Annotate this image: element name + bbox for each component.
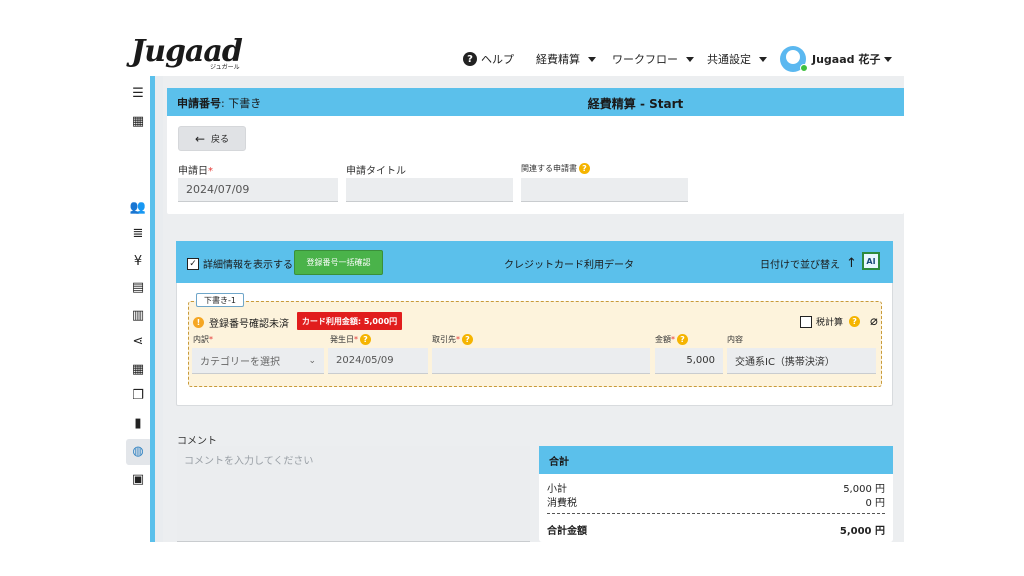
category-select[interactable]: カテゴリーを選択 ⌄: [192, 348, 324, 374]
title-label: 申請タイトル: [346, 166, 406, 177]
help-circle-icon[interactable]: ?: [360, 334, 371, 345]
date-label: 申請日*: [178, 162, 213, 177]
date-item-label: 発生日*?: [330, 334, 371, 345]
chevron-down-icon: [884, 56, 893, 62]
help-circle-icon[interactable]: ?: [579, 163, 590, 174]
arrow-left-icon: ←: [194, 131, 206, 146]
menu-expense-label: 経費精算: [536, 53, 580, 66]
vendor-field[interactable]: [432, 348, 650, 374]
subtotal-value: 5,000 円: [843, 484, 885, 495]
totals-header: 合計: [539, 446, 893, 474]
receipt-icon[interactable]: ▥: [129, 306, 147, 324]
menu-expense[interactable]: 経費精算: [536, 51, 596, 67]
app-window: Jugaad ジュガール ? ヘルプ 経費精算 ワークフロー 共通設定 Juga…: [0, 0, 1024, 576]
vendor-label: 取引先*?: [432, 334, 473, 345]
arrow-up-icon: ↑: [846, 256, 857, 271]
related-label: 関連する申請書?: [521, 163, 590, 174]
page-title: 経費精算 - Start: [587, 97, 684, 111]
logo-subtitle: ジュガール: [210, 64, 240, 71]
credit-section-title: クレジットカード利用データ: [504, 260, 634, 271]
date-label-text: 申請日: [178, 166, 208, 177]
related-field[interactable]: [521, 178, 688, 202]
tax-calc-toggle[interactable]: 税計算 ? ⌀: [800, 314, 878, 329]
tax-value: 0 円: [865, 498, 885, 509]
chevron-down-icon: [686, 56, 694, 62]
unconfirmed-status: ! 登録番号確認未済: [193, 315, 289, 330]
amount-label-text: 金額: [655, 335, 671, 344]
title-field[interactable]: [346, 178, 513, 202]
show-detail-label: 詳細情報を表示する: [203, 260, 293, 271]
wallet-icon[interactable]: ▣: [129, 470, 147, 488]
card-amount-badge: カード利用金額: 5,000円: [297, 312, 402, 330]
total-value: 5,000 円: [839, 526, 885, 537]
documents-icon[interactable]: ❐: [129, 386, 147, 404]
total-label: 合計金額: [547, 526, 587, 537]
date-field[interactable]: 2024/07/09: [178, 178, 338, 202]
list-icon[interactable]: ≣: [129, 224, 147, 242]
online-status-icon: [800, 64, 808, 72]
date-item-field[interactable]: 2024/05/09: [328, 348, 428, 374]
unconfirmed-label: 登録番号確認未済: [209, 319, 289, 330]
yen-icon[interactable]: ¥: [129, 252, 147, 270]
user-name: Jugaad 花子: [812, 53, 881, 66]
user-menu[interactable]: Jugaad 花子: [812, 51, 893, 67]
chevron-down-icon: [759, 56, 767, 62]
date-item-label-text: 発生日: [330, 335, 354, 344]
users-icon[interactable]: 👥: [129, 198, 147, 216]
menu-workflow[interactable]: ワークフロー: [612, 51, 694, 67]
vendor-label-text: 取引先: [432, 335, 456, 344]
ai-icon[interactable]: AI: [862, 252, 880, 270]
help-link[interactable]: ? ヘルプ: [463, 51, 514, 67]
required-mark: *: [208, 166, 213, 177]
bulk-check-button[interactable]: 登録番号一括確認: [294, 250, 383, 275]
divider: [155, 76, 163, 542]
required-mark: *: [354, 335, 358, 344]
content-label: 内容: [727, 335, 743, 344]
help-circle-icon[interactable]: ?: [849, 316, 861, 327]
chevron-down-icon: [588, 56, 596, 62]
checkbox-checked-icon[interactable]: ✓: [187, 257, 199, 270]
checkbox-icon[interactable]: [800, 315, 812, 328]
comment-label: コメント: [177, 436, 217, 447]
file-icon[interactable]: ▮: [129, 414, 147, 432]
category-label: 内訳*: [193, 334, 213, 345]
related-label-text: 関連する申請書: [521, 164, 577, 173]
document-list-icon[interactable]: ▤: [129, 278, 147, 296]
globe-icon[interactable]: ◍: [129, 442, 147, 460]
sort-label: 日付けで並び替え: [760, 260, 840, 271]
menu-settings[interactable]: 共通設定: [707, 51, 767, 67]
help-circle-icon[interactable]: ?: [677, 334, 688, 345]
menu-settings-label: 共通設定: [707, 53, 751, 66]
amount-label: 金額*?: [655, 334, 688, 345]
sidebar: ☰ ▦ 👥 ≣ ¥ ▤ ▥ ⋖ ▦ ❐ ▮ ◍ ▣: [126, 76, 152, 542]
category-select-value: カテゴリーを選択: [200, 357, 280, 368]
chevron-down-icon: ⌄: [308, 355, 316, 366]
category-label-text: 内訳: [193, 335, 209, 344]
sort-by-date[interactable]: 日付けで並び替え ↑: [760, 256, 857, 271]
required-mark: *: [456, 335, 460, 344]
warning-icon: !: [193, 317, 204, 328]
comment-input[interactable]: コメントを入力してください: [177, 446, 530, 542]
amount-field[interactable]: 5,000: [655, 348, 723, 374]
back-button-label: 戻る: [211, 135, 230, 145]
menu-workflow-label: ワークフロー: [612, 53, 678, 66]
back-button[interactable]: ← 戻る: [178, 126, 246, 151]
subtotal-label: 小計: [547, 484, 567, 495]
totals-divider: [547, 513, 885, 514]
building-icon[interactable]: ▦: [129, 112, 147, 130]
table-icon[interactable]: ▦: [129, 360, 147, 378]
help-icon: ?: [463, 52, 477, 66]
show-detail-toggle[interactable]: ✓ 詳細情報を表示する: [187, 256, 293, 271]
share-icon[interactable]: ⋖: [129, 332, 147, 350]
draft-item: [188, 301, 882, 387]
tax-calc-label: 税計算: [816, 318, 844, 328]
required-mark: *: [209, 335, 213, 344]
required-mark: *: [671, 335, 675, 344]
help-label: ヘルプ: [481, 53, 514, 66]
tax-label: 消費税: [547, 498, 577, 509]
help-circle-icon[interactable]: ?: [462, 334, 473, 345]
draft-tag: 下書き-1: [196, 293, 244, 307]
paperclip-icon[interactable]: ⌀: [870, 314, 878, 329]
content-field[interactable]: 交通系IC（携帯決済）: [727, 348, 876, 374]
